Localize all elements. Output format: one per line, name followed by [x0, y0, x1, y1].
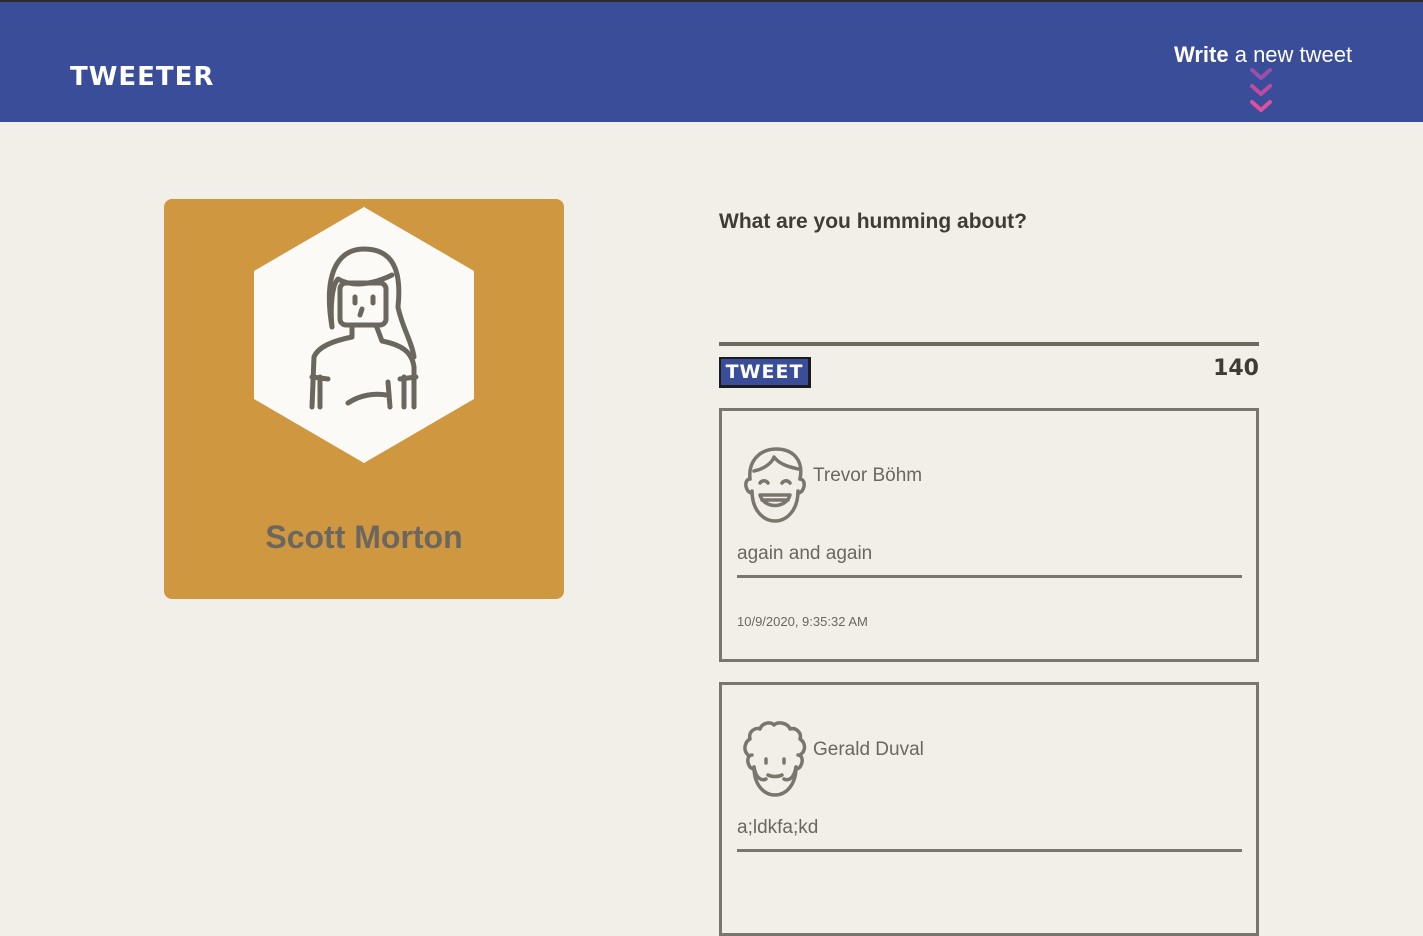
app-logo[interactable]: TWEETER: [70, 62, 214, 92]
character-counter: 140: [1213, 356, 1259, 381]
tweet-content: a;ldkfa;kd: [737, 817, 819, 838]
compose-toggle-text: a new tweet: [1228, 42, 1353, 67]
composer-underline: [719, 342, 1259, 346]
composer-label: What are you humming about?: [719, 210, 1027, 233]
write-new-tweet-toggle[interactable]: Write a new tweet: [1174, 42, 1364, 68]
tweet-text-input[interactable]: [719, 248, 1259, 342]
tweet-card: Trevor Böhm again and again 10/9/2020, 9…: [719, 408, 1259, 662]
tweet-author: Gerald Duval: [813, 739, 924, 760]
tweet-content: again and again: [737, 543, 873, 564]
curly-hair-man-avatar-icon: [743, 721, 807, 797]
chevron-down-icon[interactable]: [1250, 68, 1272, 114]
navbar: TWEETER Write a new tweet: [0, 2, 1423, 122]
tweet-divider: [737, 575, 1242, 578]
profile-name: Scott Morton: [265, 519, 463, 555]
tweet-card: Gerald Duval a;ldkfa;kd: [719, 682, 1259, 936]
tweet-author: Trevor Böhm: [813, 465, 923, 486]
tweet-timestamp: 10/9/2020, 9:35:32 AM: [737, 614, 868, 629]
compose-toggle-bold: Write: [1174, 42, 1229, 67]
woman-avatar-icon: [254, 207, 474, 463]
profile-card: Scott Morton: [164, 199, 564, 599]
tweet-submit-button[interactable]: TWEET: [719, 357, 811, 388]
tweet-divider: [737, 849, 1242, 852]
laughing-man-avatar-icon: [744, 447, 806, 523]
